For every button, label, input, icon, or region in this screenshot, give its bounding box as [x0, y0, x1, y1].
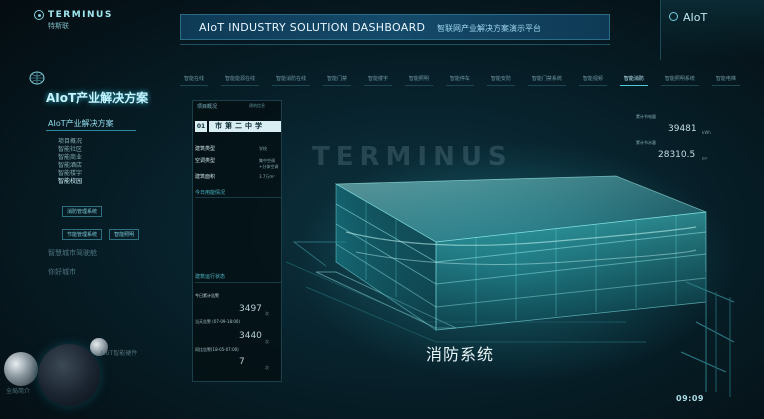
- stat-unit: 次: [265, 365, 269, 370]
- dashboard-header: AIoT INDUSTRY SOLUTION DASHBOARD 智联网产业解决…: [180, 14, 610, 40]
- corner-title: AIoT: [683, 11, 708, 24]
- nav-extra-item[interactable]: 全局简介: [6, 386, 30, 395]
- info-value: 3.7万m²: [259, 174, 275, 179]
- right-stat-unit: m³: [702, 156, 708, 161]
- stat-value: 3497: [239, 304, 262, 314]
- section-divider: [195, 197, 281, 198]
- tab-item[interactable]: 智能楼宇: [363, 72, 392, 86]
- nav-item-active[interactable]: 智能校园: [58, 178, 82, 186]
- nav-extra-item[interactable]: AIoT智能硬件: [100, 348, 137, 357]
- tab-item[interactable]: 智能门禁系统: [527, 72, 566, 86]
- section-divider: [195, 282, 281, 283]
- school-name: 市第二中学: [209, 121, 281, 132]
- left-nav-subtitle[interactable]: AIoT产业解决方案: [48, 118, 114, 129]
- info-label: 建筑类型: [195, 146, 216, 152]
- nav-extra-item[interactable]: 你好城市: [48, 267, 76, 277]
- nav-item[interactable]: 智能商业: [58, 154, 82, 162]
- nav-item[interactable]: 智能社区: [58, 146, 82, 154]
- section-heading: 今日用能情况: [195, 190, 226, 196]
- info-label: 空调类型: [195, 158, 216, 164]
- tab-item[interactable]: 智能电梯: [711, 72, 740, 86]
- right-stat-value: 28310.5: [658, 150, 696, 160]
- brand-name: TERMINUS: [48, 10, 113, 20]
- right-stat-label: 累计节电量: [636, 114, 656, 119]
- tab-item[interactable]: 智能安防: [486, 72, 515, 86]
- section-heading: 建筑运行状态: [195, 274, 226, 280]
- module-tabs: 智能在线 智能能源在线 智能消防在线 智能门禁 智能楼宇 智能照明 智能停车 智…: [180, 72, 740, 86]
- tab-item[interactable]: 智能在线: [180, 72, 209, 86]
- tab-item[interactable]: 智能消防在线: [271, 72, 310, 86]
- tab-item[interactable]: 智能照明系统: [660, 72, 699, 86]
- stat-label: 当天告警 (07-09-18:00): [195, 319, 240, 324]
- decor-sphere: [4, 352, 38, 386]
- stat-label: 同比告警(18-05-07:00): [195, 347, 239, 352]
- left-nav-items: 项目概况 智能社区 智能商业 智能酒店 智能楼宇 智能校园: [58, 138, 82, 186]
- sub-button[interactable]: 消防管理系统: [62, 206, 103, 217]
- header-title-en: AIoT INDUSTRY SOLUTION DASHBOARD: [199, 21, 426, 34]
- info-value: 集中空调+分体空调: [259, 158, 279, 169]
- stats-title: 今日累计告警: [195, 293, 219, 298]
- nav-item[interactable]: 智能楼宇: [58, 170, 82, 178]
- right-stat-value: 39481: [668, 124, 697, 134]
- sub-button[interactable]: 节能管理系统: [62, 229, 103, 240]
- school-number: 01: [195, 121, 207, 132]
- nav-extra-item[interactable]: 智慧城市驾驶舱: [48, 248, 97, 258]
- brand: TERMINUS 特斯联: [34, 10, 113, 31]
- tab-item[interactable]: 智能停车: [445, 72, 474, 86]
- watermark-text: TERMINUS: [312, 142, 513, 172]
- building-3d-view[interactable]: [286, 92, 736, 402]
- corner-brand: AIoT: [660, 0, 764, 60]
- nav-item[interactable]: 智能酒店: [58, 162, 82, 170]
- tab-item[interactable]: 智能视频: [578, 72, 607, 86]
- header-divider: [180, 44, 610, 45]
- nav-item[interactable]: 项目概况: [58, 138, 82, 146]
- right-stat-unit: kWh: [702, 130, 711, 135]
- system-caption: 消防系统: [426, 345, 495, 364]
- dashboard-stage: TERMINUS 特斯联 AIoT INDUSTRY SOLUTION DASH…: [0, 0, 764, 419]
- tab-item[interactable]: 智能门禁: [322, 72, 351, 86]
- stat-value: 7: [239, 357, 245, 367]
- left-nav-divider: [46, 130, 136, 131]
- stat-value: 3440: [239, 331, 262, 341]
- stat-unit: 次: [265, 339, 269, 344]
- right-stat-label: 累计节水量: [636, 140, 656, 145]
- brand-cn-name: 特斯联: [48, 22, 69, 30]
- header-title-cn: 智联网产业解决方案演示平台: [437, 24, 541, 33]
- project-info-panel: 项目概况 建筑信息 01 市第二中学 建筑类型 学校 空调类型 集中空调+分体空…: [192, 100, 282, 382]
- left-nav-title: AIoT产业解决方案: [46, 91, 149, 105]
- decor-sphere: [38, 344, 100, 406]
- sub-button[interactable]: 智能照明: [109, 229, 140, 240]
- stat-unit: 次: [265, 311, 269, 316]
- aiot-logo-icon: [669, 12, 678, 21]
- tab-item-active[interactable]: 智能消防: [619, 72, 648, 86]
- globe-icon: [29, 71, 45, 85]
- sub-buttons: 消防管理系统 节能管理系统 智能照明: [62, 198, 141, 244]
- info-value: 学校: [259, 146, 267, 151]
- tab-item[interactable]: 智能能源在线: [220, 72, 259, 86]
- panel-corner-note: 建筑信息: [249, 103, 265, 108]
- terminus-logo-icon: [34, 10, 44, 20]
- clock-time: 09:09: [676, 394, 704, 403]
- info-label: 建筑面积: [195, 174, 216, 180]
- tab-item[interactable]: 智能照明: [404, 72, 433, 86]
- panel-title: 项目概况: [197, 104, 218, 110]
